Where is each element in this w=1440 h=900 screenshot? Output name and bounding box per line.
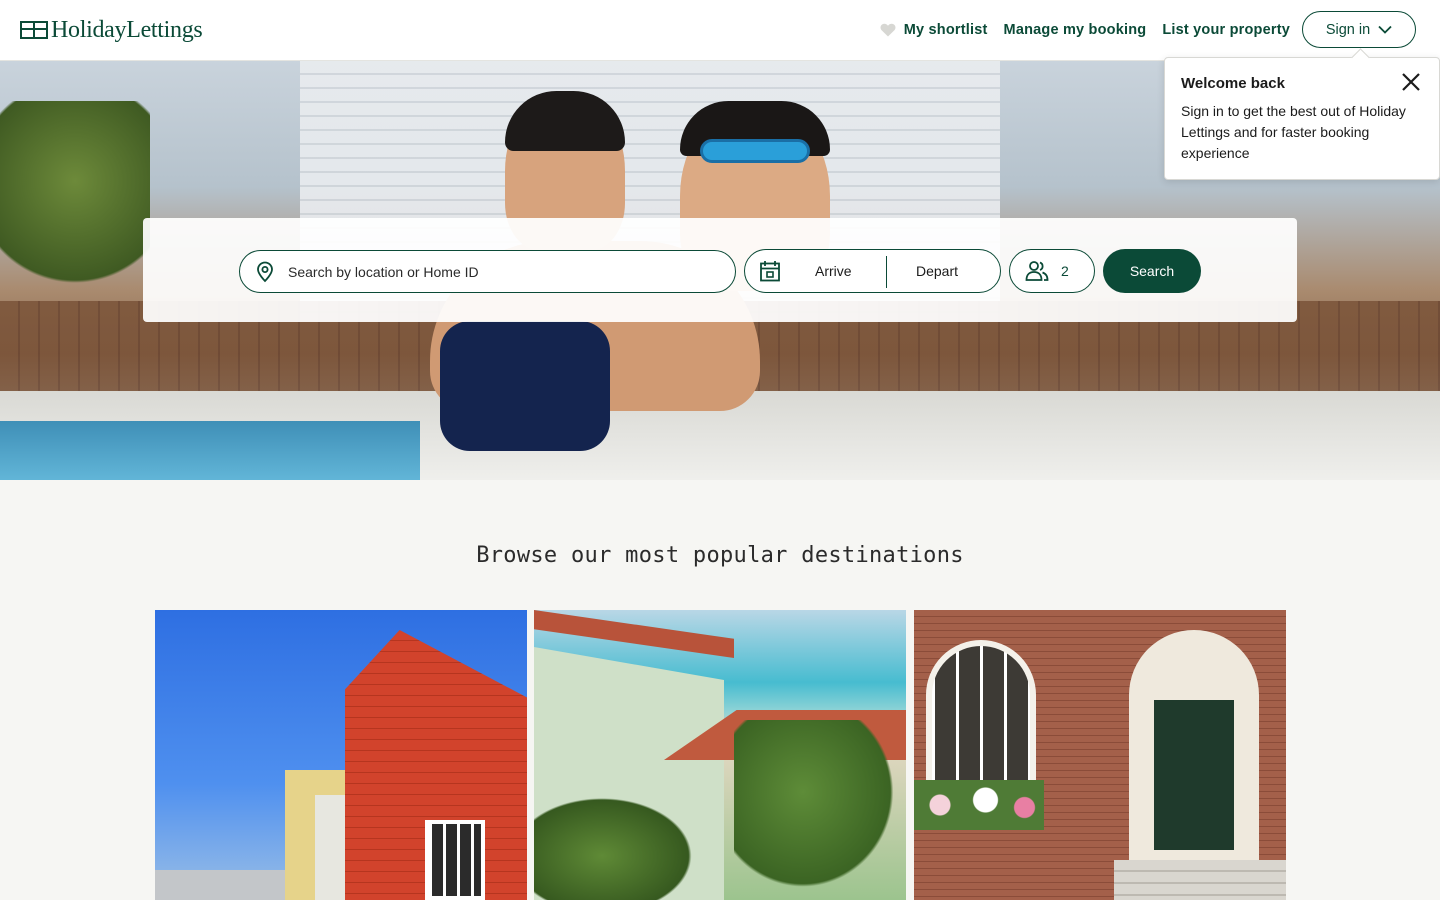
hero-child-shorts xyxy=(440,321,610,451)
heart-icon xyxy=(880,23,896,36)
sign-in-label: Sign in xyxy=(1325,21,1371,38)
arrive-date-field[interactable]: Arrive xyxy=(815,263,852,279)
holidaylettings-logo[interactable]: HolidayLettings xyxy=(20,16,203,44)
site-header: HolidayLettings My shortlist Manage my b… xyxy=(0,0,1440,61)
guests-field[interactable]: 2 xyxy=(1009,249,1095,293)
card-roof xyxy=(534,610,734,658)
card-palm xyxy=(734,720,906,900)
search-button[interactable]: Search xyxy=(1103,249,1201,293)
location-search-input[interactable] xyxy=(288,263,688,280)
close-icon[interactable] xyxy=(1401,72,1421,92)
nav-manage-booking[interactable]: Manage my booking xyxy=(1004,22,1147,38)
nav-shortlist-label: My shortlist xyxy=(903,21,988,38)
people-icon xyxy=(1025,261,1049,281)
destination-card[interactable] xyxy=(155,610,527,900)
welcome-back-popover: Welcome back Sign in to get the best out… xyxy=(1164,57,1440,180)
top-nav: My shortlist Manage my booking List your… xyxy=(864,11,1416,48)
card-window xyxy=(425,820,485,900)
calendar-icon xyxy=(760,261,780,282)
logo-mark-icon xyxy=(20,21,48,39)
date-field[interactable]: Arrive Depart xyxy=(744,249,1001,293)
destination-card[interactable] xyxy=(914,610,1286,900)
date-divider xyxy=(886,256,887,288)
goggles xyxy=(700,139,810,163)
card-window-box xyxy=(914,780,1044,830)
search-panel: Arrive Depart 2 Search xyxy=(143,218,1297,322)
hero-pool xyxy=(0,421,420,480)
destination-card[interactable] xyxy=(534,610,906,900)
card-steps xyxy=(1114,860,1286,900)
guest-count: 2 xyxy=(1061,263,1069,279)
location-pin-icon xyxy=(257,261,273,282)
card-front-door xyxy=(1154,700,1234,850)
chevron-down-icon xyxy=(1378,25,1392,34)
sign-in-button[interactable]: Sign in xyxy=(1302,11,1416,48)
nav-list-property[interactable]: List your property xyxy=(1162,22,1290,38)
depart-date-field[interactable]: Depart xyxy=(916,263,958,279)
browse-section-title: Browse our most popular destinations xyxy=(476,543,964,568)
hero-tree xyxy=(0,101,150,301)
popover-title: Welcome back xyxy=(1181,75,1285,92)
popover-body: Sign in to get the best out of Holiday L… xyxy=(1181,103,1406,161)
nav-shortlist[interactable]: My shortlist xyxy=(880,22,988,38)
logo-text: HolidayLettings xyxy=(51,16,203,43)
location-field[interactable] xyxy=(239,250,736,293)
card-palm-left xyxy=(534,790,704,900)
